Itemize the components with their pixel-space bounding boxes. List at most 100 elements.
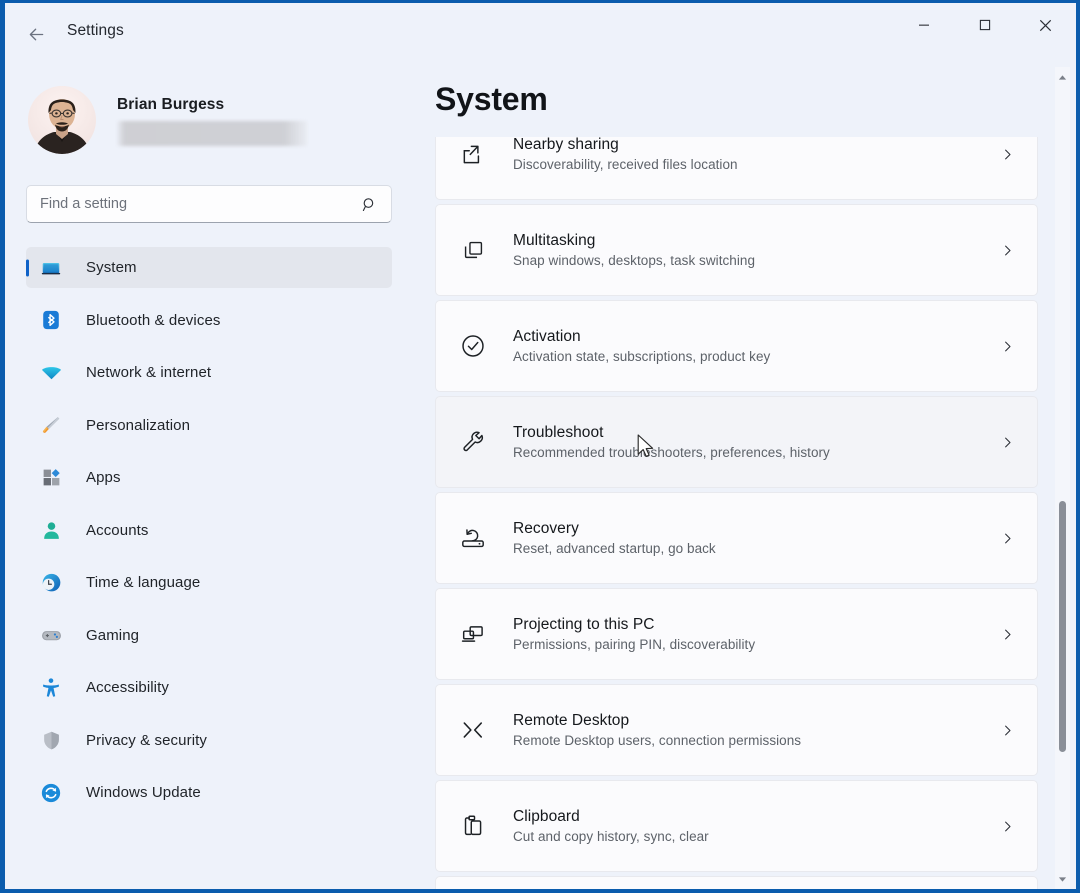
setting-row-projecting-to-this-pc[interactable]: Projecting to this PC Permissions, pairi… bbox=[435, 588, 1038, 680]
setting-title: Activation bbox=[513, 328, 581, 345]
setting-text: Recovery Reset, advanced startup, go bac… bbox=[513, 520, 995, 556]
sidebar-item-label: System bbox=[86, 259, 137, 276]
sidebar-item-apps[interactable]: Apps bbox=[26, 457, 392, 498]
maximize-button[interactable] bbox=[954, 3, 1015, 47]
setting-title: Remote Desktop bbox=[513, 712, 630, 729]
account-info: Brian Burgess bbox=[117, 94, 307, 146]
sidebar-item-accounts[interactable]: Accounts bbox=[26, 510, 392, 551]
avatar-photo-icon bbox=[28, 85, 96, 154]
settings-list: Nearby sharing Discoverability, received… bbox=[435, 108, 1038, 889]
sidebar-item-label: Time & language bbox=[86, 574, 201, 591]
sidebar-item-gaming[interactable]: Gaming bbox=[26, 615, 392, 656]
chevron-right-icon[interactable] bbox=[995, 339, 1019, 354]
setting-subtitle: Snap windows, desktops, task switching bbox=[513, 253, 756, 268]
back-arrow-icon bbox=[29, 28, 43, 40]
setting-row-partial[interactable] bbox=[435, 876, 1038, 889]
setting-text: Multitasking Snap windows, desktops, tas… bbox=[513, 232, 995, 268]
setting-subtitle: Remote Desktop users, connection permiss… bbox=[513, 733, 802, 748]
account-block[interactable]: Brian Burgess bbox=[26, 67, 392, 163]
wrench-icon bbox=[458, 427, 488, 457]
chevron-right-icon[interactable] bbox=[995, 531, 1019, 546]
setting-title: Recovery bbox=[513, 520, 579, 537]
search-input[interactable] bbox=[40, 196, 361, 212]
window-controls bbox=[893, 3, 1076, 47]
setting-text: Troubleshoot Recommended troubleshooters… bbox=[513, 424, 995, 460]
search-box[interactable] bbox=[26, 185, 392, 223]
sidebar-item-accessibility[interactable]: Accessibility bbox=[26, 667, 392, 708]
accessibility-icon bbox=[38, 675, 64, 701]
setting-row-multitasking[interactable]: Multitasking Snap windows, desktops, tas… bbox=[435, 204, 1038, 296]
settings-window: Settings Brian Burgess Find a setting Sy… bbox=[0, 0, 1080, 893]
sidebar-item-label: Network & internet bbox=[86, 364, 212, 381]
recovery-icon bbox=[458, 523, 488, 553]
close-icon bbox=[1039, 19, 1052, 31]
setting-subtitle: Cut and copy history, sync, clear bbox=[513, 829, 709, 844]
sidebar-item-label: Windows Update bbox=[86, 784, 201, 801]
wifi-icon bbox=[38, 360, 64, 386]
multitasking-icon bbox=[458, 235, 488, 265]
setting-row-activation[interactable]: Activation Activation state, subscriptio… bbox=[435, 300, 1038, 392]
setting-text: Projecting to this PC Permissions, pairi… bbox=[513, 616, 995, 652]
setting-row-clipboard[interactable]: Clipboard Cut and copy history, sync, cl… bbox=[435, 780, 1038, 872]
share-icon bbox=[458, 139, 488, 169]
chevron-right-icon[interactable] bbox=[995, 435, 1019, 450]
update-icon bbox=[38, 780, 64, 806]
clock-icon bbox=[38, 570, 64, 596]
sidebar-item-privacy-security[interactable]: Privacy & security bbox=[26, 720, 392, 761]
minimize-icon bbox=[918, 24, 929, 26]
setting-row-recovery[interactable]: Recovery Reset, advanced startup, go bac… bbox=[435, 492, 1038, 584]
sidebar-item-time-language[interactable]: Time & language bbox=[26, 562, 392, 603]
search-icon bbox=[361, 196, 378, 213]
sidebar-item-personalization[interactable]: Personalization bbox=[26, 405, 392, 446]
apps-icon bbox=[38, 465, 64, 491]
setting-text: Remote Desktop Remote Desktop users, con… bbox=[513, 712, 995, 748]
monitor-icon bbox=[38, 255, 64, 281]
setting-title: Projecting to this PC bbox=[513, 616, 655, 633]
scrollbar-track[interactable] bbox=[1055, 87, 1070, 869]
chevron-right-icon[interactable] bbox=[995, 723, 1019, 738]
settings-scroll-area[interactable]: Nearby sharing Discoverability, received… bbox=[413, 67, 1076, 889]
account-name: Brian Burgess bbox=[117, 95, 225, 113]
sidebar-item-bluetooth-devices[interactable]: Bluetooth & devices bbox=[26, 300, 392, 341]
setting-subtitle: Activation state, subscriptions, product… bbox=[513, 349, 771, 364]
chevron-right-icon[interactable] bbox=[995, 243, 1019, 258]
main-content: System Nearby sharing Discoverability, r bbox=[413, 67, 1076, 889]
paintbrush-icon bbox=[38, 412, 64, 438]
close-button[interactable] bbox=[1015, 3, 1076, 47]
sidebar-item-network-internet[interactable]: Network & internet bbox=[26, 352, 392, 393]
check-circle-icon bbox=[458, 331, 488, 361]
sidebar-item-label: Gaming bbox=[86, 626, 140, 644]
setting-row-remote-desktop[interactable]: Remote Desktop Remote Desktop users, con… bbox=[435, 684, 1038, 776]
chevron-right-icon[interactable] bbox=[995, 819, 1019, 834]
setting-text: Activation Activation state, subscriptio… bbox=[513, 328, 995, 364]
sidebar: Brian Burgess Find a setting System Blue… bbox=[5, 67, 413, 889]
person-icon bbox=[38, 517, 64, 543]
scroll-down-icon[interactable] bbox=[1055, 869, 1070, 889]
vertical-scrollbar[interactable] bbox=[1055, 67, 1070, 889]
scrollbar-thumb[interactable] bbox=[1059, 501, 1066, 752]
setting-title: Troubleshoot bbox=[513, 424, 604, 441]
setting-subtitle: Permissions, pairing PIN, discoverabilit… bbox=[513, 637, 756, 652]
projecting-icon bbox=[458, 619, 488, 649]
sidebar-item-windows-update[interactable]: Windows Update bbox=[26, 772, 392, 813]
chevron-right-icon[interactable] bbox=[995, 627, 1019, 642]
window-title: Settings bbox=[67, 22, 124, 39]
sidebar-item-label: Personalization bbox=[86, 416, 191, 434]
title-bar: Settings bbox=[5, 3, 1076, 67]
chevron-right-icon[interactable] bbox=[995, 147, 1019, 162]
remote-desktop-icon bbox=[458, 715, 488, 745]
minimize-button[interactable] bbox=[893, 3, 954, 47]
scroll-up-icon[interactable] bbox=[1055, 67, 1070, 87]
window-body: Settings Brian Burgess Find a setting Sy… bbox=[5, 3, 1076, 889]
account-email-redacted bbox=[117, 120, 307, 146]
sidebar-item-label: Accessibility bbox=[86, 679, 169, 696]
bluetooth-icon bbox=[38, 307, 64, 333]
gamepad-icon bbox=[38, 622, 64, 648]
sidebar-item-system[interactable]: System bbox=[26, 247, 392, 288]
shield-icon bbox=[38, 727, 64, 753]
maximize-icon bbox=[979, 19, 990, 31]
setting-subtitle: Reset, advanced startup, go back bbox=[513, 541, 716, 556]
sidebar-item-label: Accounts bbox=[86, 521, 149, 539]
setting-row-troubleshoot[interactable]: Troubleshoot Recommended troubleshooters… bbox=[435, 396, 1038, 488]
back-button[interactable] bbox=[18, 16, 54, 52]
